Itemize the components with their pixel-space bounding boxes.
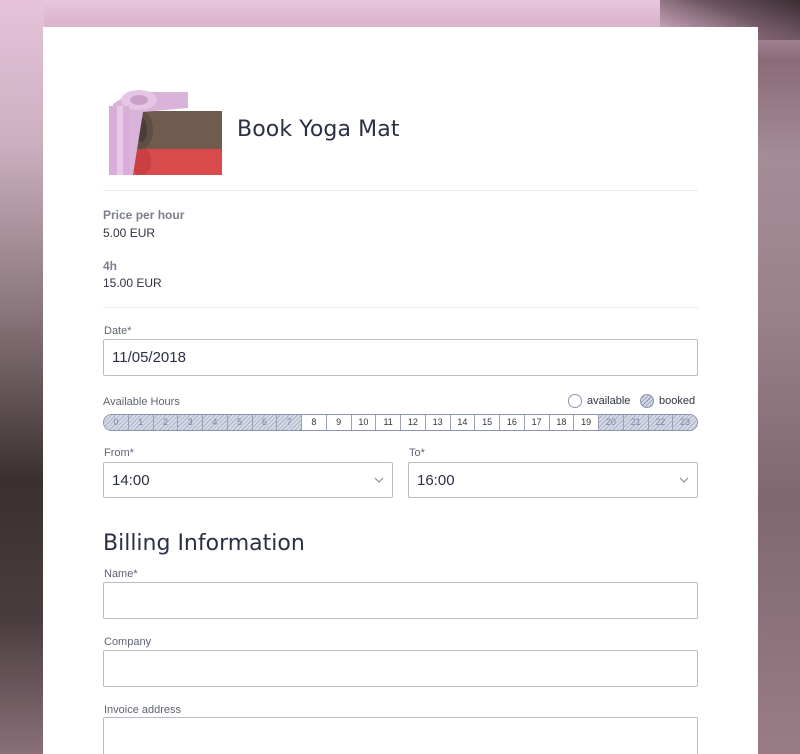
hour-cell[interactable]: 20 (599, 415, 624, 430)
price-per-hour-value: 5.00 EUR (103, 226, 156, 240)
background-left (0, 0, 44, 754)
hour-cell[interactable]: 0 (104, 415, 129, 430)
hour-cell[interactable]: 8 (302, 415, 327, 430)
hour-cell[interactable]: 21 (623, 415, 649, 430)
price-per-hour-label: Price per hour (103, 208, 185, 222)
company-label: Company (104, 636, 152, 648)
hour-cell[interactable]: 13 (426, 415, 451, 430)
from-select[interactable]: 14:00 (103, 462, 393, 498)
hour-cell[interactable]: 15 (475, 415, 500, 430)
available-hours-bar[interactable]: 0 1 2 3 4 5 6 7 8 9 10 11 12 13 14 15 16 17 18 19 20 21 22 23 (103, 414, 698, 431)
to-label: To* (409, 447, 425, 459)
hour-cell[interactable]: 12 (401, 415, 426, 430)
company-input[interactable] (103, 650, 698, 687)
hour-cell[interactable]: 2 (153, 415, 179, 430)
duration-label: 4h (103, 259, 118, 273)
hour-cell[interactable]: 19 (574, 415, 599, 430)
to-select[interactable]: 16:00 (408, 462, 698, 498)
from-label: From* (104, 447, 134, 459)
hour-cell[interactable]: 3 (178, 415, 203, 430)
hour-cell[interactable]: 7 (277, 415, 302, 430)
hour-cell[interactable]: 22 (648, 415, 674, 430)
hour-cell[interactable]: 4 (203, 415, 228, 430)
to-value: 16:00 (417, 472, 455, 489)
legend-booked-label: booked (659, 395, 696, 407)
chevron-down-icon (374, 477, 384, 483)
total-price-value: 15.00 EUR (103, 276, 162, 290)
hour-cell[interactable]: 14 (451, 415, 476, 430)
hour-cell[interactable]: 16 (500, 415, 525, 430)
name-input[interactable] (103, 582, 698, 619)
available-hours-label: Available Hours (103, 396, 180, 408)
hour-cell[interactable]: 10 (352, 415, 377, 430)
divider (103, 190, 698, 191)
background-right (757, 0, 800, 754)
hour-cell[interactable]: 11 (376, 415, 401, 430)
divider (103, 307, 698, 308)
booking-card: Book Yoga Mat Price per hour 5.00 EUR 4h… (43, 27, 758, 754)
product-header: Book Yoga Mat (103, 86, 698, 191)
booked-legend-icon (640, 394, 654, 408)
billing-section-title: Billing Information (103, 531, 305, 556)
date-value: 11/05/2018 (112, 349, 186, 366)
name-label: Name* (104, 568, 138, 580)
invoice-address-label: Invoice address (104, 704, 182, 716)
hour-cell[interactable]: 1 (128, 415, 154, 430)
page-title: Book Yoga Mat (237, 117, 400, 142)
hour-cell[interactable]: 5 (227, 415, 253, 430)
date-input[interactable]: 11/05/2018 (103, 339, 698, 376)
chevron-down-icon (679, 477, 689, 483)
yoga-mat-image (103, 86, 222, 175)
available-legend-icon (568, 394, 582, 408)
legend-available-label: available (587, 395, 631, 407)
hour-cell[interactable]: 17 (525, 415, 550, 430)
invoice-address-input[interactable] (103, 717, 698, 754)
hour-cell[interactable]: 18 (550, 415, 575, 430)
hour-cell[interactable]: 23 (673, 415, 697, 430)
hour-cell[interactable]: 6 (252, 415, 278, 430)
hours-legend: available booked (568, 394, 698, 411)
from-value: 14:00 (112, 472, 150, 489)
date-label: Date* (104, 325, 132, 337)
hour-cell[interactable]: 9 (327, 415, 352, 430)
